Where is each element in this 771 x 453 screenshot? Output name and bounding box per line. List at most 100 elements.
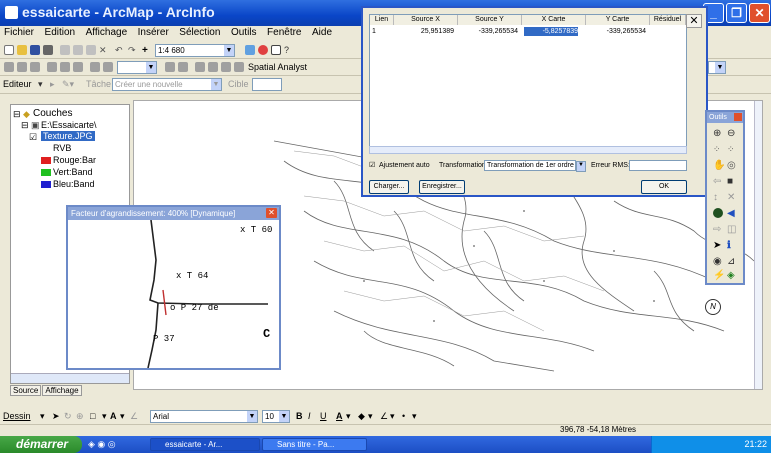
menu-outils[interactable]: Outils xyxy=(227,26,261,39)
layer-combo[interactable]: ▼ xyxy=(117,61,157,74)
print-icon[interactable] xyxy=(43,45,53,55)
link-table[interactable]: Lien Source X Source Y X Carte Y Carte R… xyxy=(369,14,687,154)
next-extent-icon[interactable]: ⇨ xyxy=(713,224,723,235)
zoom-out-icon[interactable]: ⊖ xyxy=(727,128,737,139)
col-x-carte[interactable]: X Carte xyxy=(522,15,586,25)
chevron-down-icon[interactable]: ▼ xyxy=(576,161,586,172)
cell-x-carte-editing[interactable]: -5,8257839 xyxy=(524,27,578,36)
col-source-x[interactable]: Source X xyxy=(394,15,458,25)
line-color-icon[interactable]: ∠ xyxy=(380,411,388,422)
zoom-in-icon[interactable]: ⊕ xyxy=(713,128,723,139)
col-lien[interactable]: Lien xyxy=(370,15,394,25)
magnifier-window[interactable]: Facteur d'agrandissement: 400% [Dynamiqu… xyxy=(66,205,281,370)
select-elements-icon[interactable]: ◫ xyxy=(727,224,737,235)
globe-icon[interactable]: ◎ xyxy=(727,160,737,171)
tools-panel[interactable]: Outils ⊕ ⊖ ⁘ ⁘ ✋ ◎ ⇦ ■ ↕ ✕ ◀ ⇨ ◫ ➤ ℹ ◉ ⊿… xyxy=(705,110,745,285)
toc-layer-selected[interactable]: Texture.JPG xyxy=(41,131,95,141)
identify-icon[interactable] xyxy=(73,62,83,72)
select-elements-arrow-icon[interactable]: ➤ xyxy=(52,411,60,422)
target-combo[interactable] xyxy=(252,78,282,91)
fixed-zoom-in-icon[interactable]: ⁘ xyxy=(713,144,723,154)
undo-icon[interactable]: ↶ xyxy=(115,45,125,55)
link-table-scrollbar[interactable] xyxy=(369,146,687,154)
expand-icon[interactable]: ⊟ xyxy=(21,120,29,131)
rectangle-tool-icon[interactable]: □ xyxy=(90,411,95,421)
marker-color-icon[interactable]: • xyxy=(402,411,405,421)
col-source-y[interactable]: Source Y xyxy=(458,15,522,25)
select-features-icon[interactable] xyxy=(47,62,57,72)
italic-button[interactable]: I xyxy=(308,411,311,421)
save-icon[interactable] xyxy=(30,45,40,55)
clear-selection-icon[interactable] xyxy=(60,62,70,72)
transformation-select[interactable]: Transformation de 1er ordre xyxy=(484,160,576,171)
cell-residuel[interactable] xyxy=(650,27,682,36)
spatial-analyst-menu[interactable]: Spatial Analyst xyxy=(248,62,307,72)
col-y-carte[interactable]: Y Carte xyxy=(586,15,650,25)
menu-fichier[interactable]: Fichier xyxy=(0,26,38,39)
text-tool-icon[interactable]: A xyxy=(110,411,117,421)
measure-ruler-icon[interactable]: ⊿ xyxy=(727,256,737,267)
identify-icon[interactable]: ℹ xyxy=(727,240,737,251)
ok-button[interactable]: OK xyxy=(641,180,687,194)
toc-scrollbar[interactable] xyxy=(11,373,129,383)
fill-color-icon[interactable]: ◆ xyxy=(358,411,365,422)
previous-extent-icon[interactable]: ◀ xyxy=(727,208,737,219)
measure-icon[interactable] xyxy=(178,62,188,72)
fixed-zoom-out-icon[interactable]: ⁘ xyxy=(727,144,737,154)
toc-root[interactable]: Couches xyxy=(33,108,72,119)
editor-menu[interactable]: Editeur xyxy=(3,79,32,89)
copy-icon[interactable] xyxy=(73,45,83,55)
layer-icon[interactable] xyxy=(103,62,113,72)
cut-icon[interactable] xyxy=(60,45,70,55)
tools-close-icon[interactable] xyxy=(734,113,742,121)
toc-folder[interactable]: E:\Essaicarte\ xyxy=(41,120,97,130)
drawing-menu[interactable]: Dessin xyxy=(3,411,31,421)
save-links-button[interactable]: Enregistrer... xyxy=(419,180,465,194)
menu-selection[interactable]: Sélection xyxy=(175,26,224,39)
back-extent-icon[interactable]: ⇦ xyxy=(713,176,723,187)
cell-source-x[interactable]: 25,951389 xyxy=(394,27,454,36)
sketch-tool-icon[interactable]: ✎▾ xyxy=(62,79,74,90)
font-size-combo[interactable]: 10 ▼ xyxy=(262,410,290,423)
delete-icon[interactable]: ✕ xyxy=(99,45,109,55)
menu-inserer[interactable]: Insérer xyxy=(134,26,173,39)
rotate-icon[interactable]: ↻ xyxy=(64,411,72,422)
quick-launch-icons[interactable]: ◈ ◉ ◎ xyxy=(88,439,116,450)
font-color-icon[interactable]: A xyxy=(336,411,343,421)
edit-vertices-icon[interactable]: ∠ xyxy=(130,411,138,422)
hyperlink-icon[interactable]: ⚡ xyxy=(713,270,725,281)
command-line-icon[interactable] xyxy=(271,45,281,55)
expand-icon[interactable]: ⊟ xyxy=(13,109,21,120)
menu-affichage[interactable]: Affichage xyxy=(82,26,132,39)
bold-button[interactable]: B xyxy=(296,411,303,421)
maximize-button[interactable]: ❐ xyxy=(726,3,747,23)
layer-checkbox[interactable]: ☑ xyxy=(29,132,37,143)
col-residuel[interactable]: Résiduel xyxy=(650,15,686,25)
layout-icon[interactable] xyxy=(90,62,100,72)
refresh-icon[interactable] xyxy=(208,62,218,72)
select-arrow-icon[interactable]: ➤ xyxy=(713,240,723,251)
pointer-icon[interactable]: ↕ xyxy=(713,192,723,203)
font-combo[interactable]: Arial ▼ xyxy=(150,410,258,423)
full-extent-globe-icon[interactable] xyxy=(713,208,723,218)
redo-icon[interactable]: ↷ xyxy=(128,45,138,55)
task-paint[interactable]: Sans titre - Pa... xyxy=(262,438,367,451)
arctoolbox-icon[interactable] xyxy=(258,45,268,55)
cell-y-carte[interactable]: -339,265534 xyxy=(586,27,646,36)
map-vertical-scrollbar[interactable] xyxy=(754,101,762,389)
start-button[interactable]: démarrer xyxy=(0,436,82,453)
paste-icon[interactable] xyxy=(86,45,96,55)
edit-tool-icon[interactable]: ▸ xyxy=(50,79,55,90)
new-icon[interactable] xyxy=(4,45,14,55)
find-icon[interactable]: ◉ xyxy=(713,256,723,267)
bookmark-icon[interactable] xyxy=(234,62,244,72)
pan-hand-icon[interactable]: ✋ xyxy=(713,160,725,171)
zoom-out-fixed-icon[interactable] xyxy=(17,62,27,72)
menu-fenetre[interactable]: Fenêtre xyxy=(263,26,305,39)
menu-edition[interactable]: Edition xyxy=(41,26,80,39)
cell-lien[interactable]: 1 xyxy=(372,27,382,36)
menu-aide[interactable]: Aide xyxy=(308,26,336,39)
load-button[interactable]: Charger... xyxy=(369,180,409,194)
disk-icon[interactable]: ■ xyxy=(727,176,737,187)
overview-icon[interactable] xyxy=(221,62,231,72)
